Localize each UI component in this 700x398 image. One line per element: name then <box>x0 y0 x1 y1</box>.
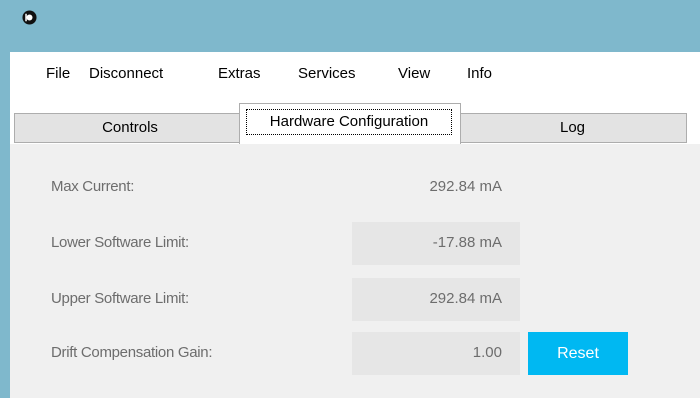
upper-software-limit-label: Upper Software Limit: <box>51 290 189 307</box>
drift-compensation-gain-label: Drift Compensation Gain: <box>51 344 213 361</box>
app-logo-icon <box>22 10 37 25</box>
upper-software-limit-value: 292.84 mA <box>429 290 502 307</box>
menu-disconnect[interactable]: Disconnect <box>89 65 163 83</box>
max-current-label: Max Current: <box>51 178 135 195</box>
upper-software-limit-field[interactable]: 292.84 mA <box>352 278 520 321</box>
tab-hardware-configuration-label: Hardware Configuration <box>246 109 452 135</box>
menu-info[interactable]: Info <box>467 65 492 83</box>
tab-log[interactable]: Log <box>458 113 687 143</box>
menu-bar: File Disconnect Extras Services View Inf… <box>10 52 700 96</box>
title-bar <box>0 0 700 52</box>
menu-view[interactable]: View <box>398 65 430 83</box>
main-window: File Disconnect Extras Services View Inf… <box>10 52 700 398</box>
tab-controls-label: Controls <box>102 119 158 136</box>
tab-controls[interactable]: Controls <box>14 113 246 143</box>
lower-software-limit-label: Lower Software Limit: <box>51 234 189 251</box>
drift-compensation-gain-value: 1.00 <box>472 344 502 361</box>
max-current-value: 292.84 mA <box>429 178 502 195</box>
lower-software-limit-value: -17.88 mA <box>432 234 502 251</box>
lower-software-limit-field[interactable]: -17.88 mA <box>352 222 520 265</box>
drift-compensation-gain-field[interactable]: 1.00 <box>352 332 520 375</box>
reset-button[interactable]: Reset <box>528 332 628 375</box>
menu-services[interactable]: Services <box>298 65 356 83</box>
menu-extras[interactable]: Extras <box>218 65 261 83</box>
max-current-field: 292.84 mA <box>352 166 520 209</box>
menu-file[interactable]: File <box>46 65 70 83</box>
tab-log-label: Log <box>559 119 586 136</box>
tab-hardware-configuration[interactable]: Hardware Configuration <box>239 103 461 144</box>
